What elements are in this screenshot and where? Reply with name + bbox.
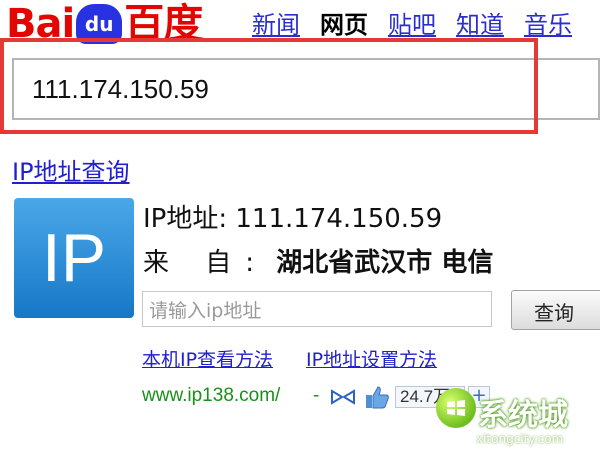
query-button[interactable]: 查询 xyxy=(511,290,600,330)
ip-label: IP地址: xyxy=(143,204,228,234)
top-nav: 新闻 网页 贴吧 知道 音乐 xyxy=(252,10,572,40)
url-separator: - xyxy=(313,385,320,406)
location-value: 湖北省武汉市 电信 xyxy=(276,248,494,278)
nav-music[interactable]: 音乐 xyxy=(524,10,572,40)
watermark-logo-icon xyxy=(436,388,476,428)
watermark-text: 系统城 xyxy=(478,398,568,433)
nav-web[interactable]: 网页 xyxy=(320,10,368,40)
result-title-link[interactable]: IP地址查询 xyxy=(12,152,130,187)
from-label: 来 自: xyxy=(143,248,269,278)
result-url[interactable]: www.ip138.com/ xyxy=(142,385,280,407)
share-icon[interactable] xyxy=(330,388,356,406)
ip-icon-label: IP xyxy=(41,220,107,296)
ip-icon: IP xyxy=(14,198,134,318)
local-ip-method-link[interactable]: 本机IP查看方法 xyxy=(142,345,273,372)
watermark-subtext: xitongcity.com xyxy=(476,432,564,446)
thumbs-up-icon[interactable] xyxy=(364,384,390,410)
nav-tieba[interactable]: 贴吧 xyxy=(388,10,436,40)
ip-settings-method-link[interactable]: IP地址设置方法 xyxy=(306,345,437,372)
ip-value: 111.174.150.59 xyxy=(235,204,443,234)
watermark: 系统城 xitongcity.com xyxy=(436,388,596,450)
nav-news[interactable]: 新闻 xyxy=(252,10,300,40)
ip-address-line: IP地址: 111.174.150.59 xyxy=(143,198,442,235)
ip-query-input[interactable]: 请输入ip地址 xyxy=(142,291,492,327)
nav-zhidao[interactable]: 知道 xyxy=(456,10,504,40)
red-highlight-box xyxy=(0,38,538,134)
location-line: 来 自: 湖北省武汉市 电信 xyxy=(143,242,493,279)
